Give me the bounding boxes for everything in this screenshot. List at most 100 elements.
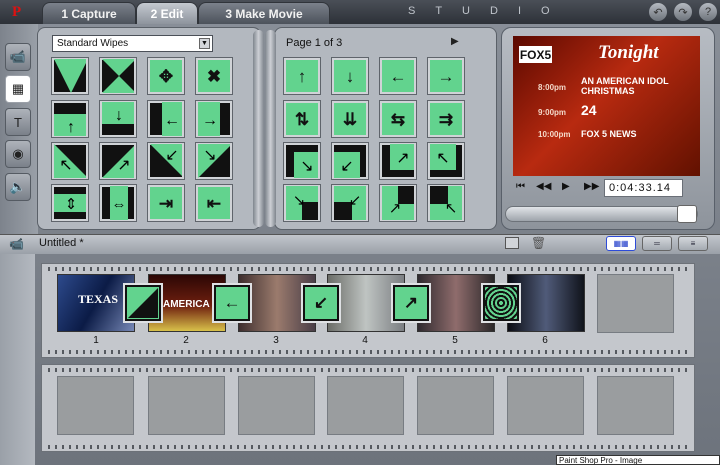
transition-marker[interactable] (123, 283, 163, 323)
wipe-tile[interactable]: ⇥ (147, 184, 185, 222)
tab-edit[interactable]: 2 Edit (136, 2, 198, 24)
empty-slot[interactable] (597, 274, 674, 333)
split-clip-icon[interactable] (505, 237, 519, 249)
studio-app: P 1 Capture 2 Edit 3 Make Movie STUDIO ↶… (0, 0, 720, 465)
storyboard-view-button[interactable]: ▦▦ (606, 236, 636, 251)
empty-slot[interactable] (597, 376, 674, 435)
camera-photo-icon: ◉ (12, 146, 24, 161)
wipe-category-select[interactable]: Standard Wipes ▼ (52, 35, 213, 52)
wipe-tile[interactable]: ← (379, 57, 417, 95)
next-page-icon[interactable]: ▶ (451, 36, 459, 47)
svg-text:↖: ↖ (59, 157, 72, 174)
clip-number: 4 (362, 335, 368, 346)
trash-icon[interactable]: 🗑 (531, 236, 546, 250)
wipe-tile[interactable]: ↗ (379, 142, 417, 180)
svg-text:⇕: ⇕ (65, 196, 78, 213)
text-view-button[interactable]: ≡ (678, 236, 708, 251)
wipe-tile[interactable]: ↘ (283, 184, 321, 222)
wipe-tile[interactable]: ↗ (99, 142, 137, 180)
fast-forward-icon[interactable]: ▶▶ (584, 181, 599, 192)
wipe-tile[interactable]: ↙ (331, 184, 369, 222)
empty-slot[interactable] (507, 376, 584, 435)
video-clip[interactable]: TEXAS (57, 274, 135, 332)
undo-icon[interactable]: ↶ (649, 3, 667, 21)
wipe-tile[interactable]: ↑ (283, 57, 321, 95)
wipe-tile[interactable]: ↙ (331, 142, 369, 180)
timeline-view-button[interactable]: ═ (642, 236, 672, 251)
transition-marker[interactable] (481, 283, 521, 323)
wipe-tile[interactable]: ⇤ (195, 184, 233, 222)
album-spine-right (265, 30, 276, 227)
wipe-tile[interactable]: → (195, 100, 233, 138)
schedule-time: 10:00pm (538, 130, 571, 139)
empty-slot[interactable] (148, 376, 225, 435)
wipe-tile[interactable]: ↖ (427, 142, 465, 180)
taskbar-tooltip: Paint Shop Pro - Image (556, 455, 720, 465)
wipe-tile[interactable]: ↖ (51, 142, 89, 180)
transition-marker[interactable]: ← (212, 283, 252, 323)
svg-text:↖: ↖ (445, 200, 458, 217)
transition-marker[interactable]: ↗ (391, 283, 431, 323)
wipe-category-value: Standard Wipes (57, 38, 129, 49)
empty-slot[interactable] (417, 376, 494, 435)
svg-text:↗: ↗ (389, 200, 402, 217)
wipe-tile[interactable]: ⇊ (331, 100, 369, 138)
go-to-start-icon[interactable]: ⏮ (516, 181, 525, 192)
audio-album-button[interactable]: 🔈 (5, 173, 31, 201)
top-bar: P 1 Capture 2 Edit 3 Make Movie STUDIO ↶… (0, 0, 720, 24)
chevron-down-icon[interactable]: ▼ (199, 38, 210, 49)
svg-text:↗: ↗ (396, 150, 409, 167)
wipe-tile[interactable]: ← (147, 100, 185, 138)
wipe-tile[interactable]: ↖ (427, 184, 465, 222)
rewind-icon[interactable]: ◀◀ (536, 181, 551, 192)
svg-text:↙: ↙ (340, 158, 353, 175)
help-icon[interactable]: ? (699, 3, 717, 21)
wipe-tile[interactable]: ✖ (195, 57, 233, 95)
svg-text:←: ← (164, 112, 180, 129)
wipe-tile[interactable]: ↘ (283, 142, 321, 180)
album-spine (253, 30, 264, 227)
clip-number: 2 (183, 335, 189, 346)
wipe-tile[interactable] (99, 57, 137, 95)
svg-text:↓: ↓ (115, 107, 123, 124)
wipe-tile[interactable]: ↑ (51, 100, 89, 138)
schedule-show: FOX 5 NEWS (581, 129, 637, 139)
empty-slot[interactable] (57, 376, 134, 435)
wipe-tile[interactable]: ↙ (147, 142, 185, 180)
tab-make-movie[interactable]: 3 Make Movie (198, 2, 330, 24)
redo-icon[interactable]: ↷ (674, 3, 692, 21)
wipe-tile[interactable]: ⇆ (379, 100, 417, 138)
play-icon[interactable]: ▶ (562, 181, 570, 192)
list-view-icon: ≡ (690, 239, 696, 248)
wipe-tile[interactable]: ↘ (195, 142, 233, 180)
studio-brand: STUDIO (408, 5, 570, 17)
transitions-album-button[interactable]: ▦ (5, 75, 31, 103)
wipe-tile[interactable]: ⇕ (51, 184, 89, 222)
svg-text:↗: ↗ (117, 157, 130, 174)
wipe-tile[interactable]: → (427, 57, 465, 95)
empty-slot[interactable] (238, 376, 315, 435)
album-toolbar: 📹 ▦ T ◉ 🔈 (0, 24, 38, 234)
wipe-tile[interactable]: ⇉ (427, 100, 465, 138)
scrubber-track[interactable] (505, 206, 698, 222)
titles-album-button[interactable]: T (5, 108, 31, 136)
svg-text:↘: ↘ (203, 147, 216, 164)
timecode-display[interactable]: 0:04:33.14 (604, 179, 683, 197)
camera-icon[interactable]: 📹 (9, 237, 24, 251)
still-images-album-button[interactable]: ◉ (5, 140, 31, 168)
svg-text:↖: ↖ (436, 150, 449, 167)
wipe-tile[interactable] (51, 57, 89, 95)
transition-marker[interactable]: ↙ (301, 283, 341, 323)
wipe-tile[interactable]: ⇅ (283, 100, 321, 138)
wipe-tile[interactable]: ↓ (331, 57, 369, 95)
video-album-button[interactable]: 📹 (5, 43, 31, 71)
wipe-tile[interactable]: ⇔ (99, 184, 137, 222)
wipe-tile[interactable]: ↓ (99, 100, 137, 138)
empty-slot[interactable] (327, 376, 404, 435)
clip-overlay-text: AMERICA (163, 299, 210, 310)
wipe-tile[interactable]: ✥ (147, 57, 185, 95)
schedule-time: 9:00pm (538, 108, 567, 117)
wipe-tile[interactable]: ↗ (379, 184, 417, 222)
tab-capture[interactable]: 1 Capture (42, 2, 136, 24)
scrubber-thumb[interactable] (677, 205, 697, 223)
